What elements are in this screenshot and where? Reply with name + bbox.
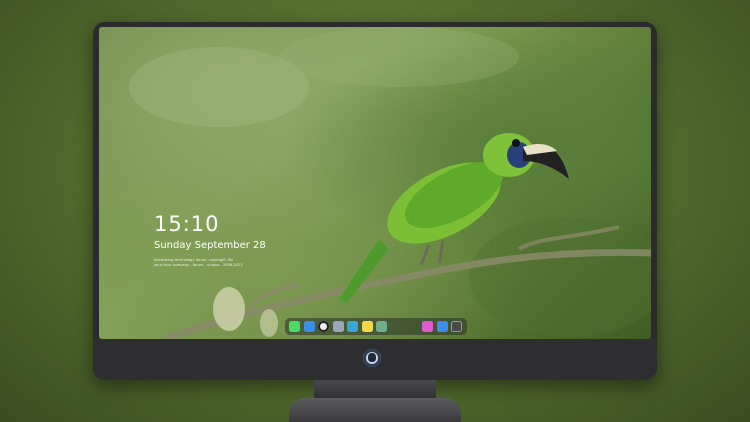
monitor-stand-neck [314,380,436,400]
desktop-screen: 15:10 Sunday September 28 interesting te… [99,27,651,339]
clock-time: 15:10 [154,212,220,236]
lock-screen-info: 15:10 Sunday September 28 interesting te… [154,213,274,268]
clock-date: Sunday September 28 [154,240,266,251]
messages-icon[interactable] [289,321,300,332]
preview-icon[interactable] [332,321,344,332]
clapper-icon[interactable] [347,321,358,332]
monitor-stand-base [289,398,461,422]
app-store-icon[interactable] [436,321,448,332]
terminal-icon[interactable] [451,321,462,332]
finder-icon[interactable] [303,321,315,332]
brand-logo-icon [363,349,381,367]
clock-icon[interactable] [318,321,329,332]
dock [285,318,467,335]
notes-icon[interactable] [361,321,373,332]
monitor: 15:10 Sunday September 28 interesting te… [93,22,657,380]
photos-icon[interactable] [376,321,387,332]
wallpaper [129,27,651,339]
notice-line-2: your hour company - forum - unique - 200… [154,263,243,267]
notice-text: interesting technology forum, copyright,… [154,258,274,268]
itunes-icon[interactable] [422,321,433,332]
